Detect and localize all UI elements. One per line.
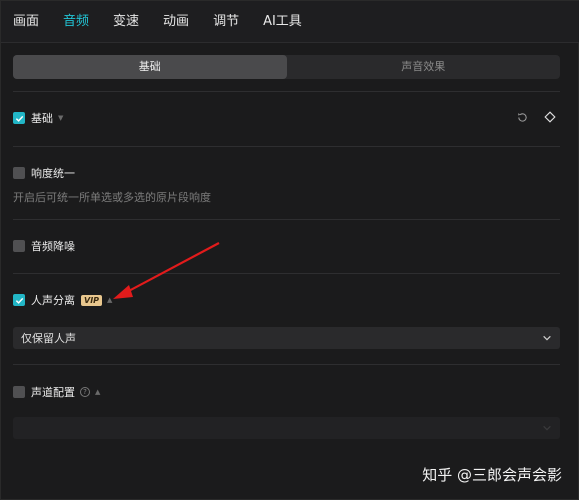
- chevron-down-icon: [543, 425, 551, 431]
- channel-section-header: 声道配置 ? ▲: [13, 383, 100, 401]
- chevron-down-icon: [543, 335, 551, 341]
- check-icon: [15, 297, 23, 304]
- keyframe-icon[interactable]: [542, 109, 558, 125]
- basic-actions: [514, 109, 558, 125]
- channel-select[interactable]: [13, 417, 560, 439]
- top-tab-bar: 画面 音频 变速 动画 调节 AI工具: [1, 1, 579, 43]
- check-icon: [15, 115, 23, 122]
- tab-adjust[interactable]: 调节: [201, 1, 251, 43]
- vocal-label: 人声分离: [31, 294, 75, 307]
- divider: [13, 219, 560, 220]
- help-icon[interactable]: ?: [80, 387, 90, 397]
- audio-panel: 画面 音频 变速 动画 调节 AI工具 基础 声音效果 基础 ▼ 响度统一 开启…: [0, 0, 579, 500]
- caret-up-icon[interactable]: ▲: [107, 296, 112, 304]
- reset-icon[interactable]: [514, 109, 530, 125]
- tab-ai-tools[interactable]: AI工具: [251, 1, 314, 43]
- basic-label: 基础: [31, 112, 53, 125]
- loudness-description: 开启后可统一所单选或多选的原片段响度: [13, 191, 211, 204]
- loudness-label: 响度统一: [31, 167, 75, 180]
- divider: [13, 146, 560, 147]
- loudness-section-header: 响度统一: [13, 164, 75, 182]
- caret-down-icon[interactable]: ▼: [58, 114, 63, 122]
- basic-section-header: 基础 ▼: [13, 109, 63, 127]
- vip-badge: VIP: [81, 294, 103, 306]
- segment-basic[interactable]: 基础: [13, 55, 287, 79]
- segmented-control: 基础 声音效果: [13, 55, 560, 79]
- denoise-label: 音频降噪: [31, 240, 75, 253]
- tab-picture[interactable]: 画面: [1, 1, 51, 43]
- vocal-mode-select[interactable]: 仅保留人声: [13, 327, 560, 349]
- vocal-checkbox[interactable]: [13, 294, 25, 306]
- divider: [13, 273, 560, 274]
- channel-checkbox[interactable]: [13, 386, 25, 398]
- denoise-section-header: 音频降噪: [13, 237, 75, 255]
- tab-animation[interactable]: 动画: [151, 1, 201, 43]
- channel-label: 声道配置: [31, 386, 75, 399]
- tab-speed[interactable]: 变速: [101, 1, 151, 43]
- vocal-mode-value: 仅保留人声: [21, 332, 76, 345]
- watermark: 知乎 @三郎会声会影: [422, 466, 562, 484]
- basic-checkbox[interactable]: [13, 112, 25, 124]
- denoise-checkbox[interactable]: [13, 240, 25, 252]
- caret-up-icon[interactable]: ▲: [95, 388, 100, 396]
- vocal-section-header: 人声分离 VIP ▲: [13, 291, 112, 309]
- divider: [13, 364, 560, 365]
- segment-sound-effects[interactable]: 声音效果: [287, 55, 561, 79]
- divider: [13, 91, 560, 92]
- tab-audio[interactable]: 音频: [51, 1, 101, 43]
- loudness-checkbox[interactable]: [13, 167, 25, 179]
